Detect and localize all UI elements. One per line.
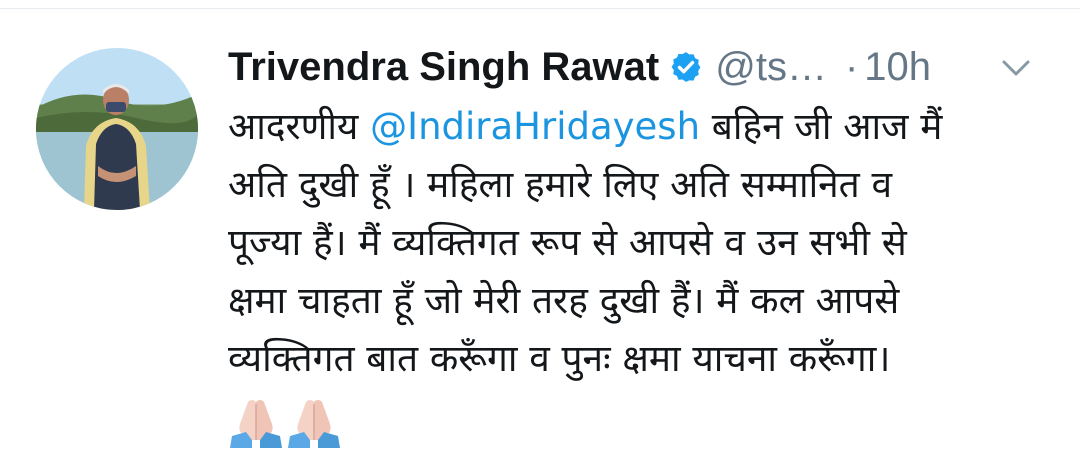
chevron-down-icon[interactable] [998,56,1034,80]
tweet-text-line: अति दुखी हूँ । महिला हमारे लिए अति सम्मा… [228,163,893,206]
emoji-row [228,396,1058,448]
verified-badge-icon [669,50,703,84]
tweet-text-line: आदरणीय @IndiraHridayesh बहिन जी आज मैं [228,98,1058,156]
text-segment: बहिन जी आज मैं [700,105,943,148]
text-segment: आदरणीय [228,105,371,148]
avatar[interactable] [36,48,198,210]
folded-hands-emoji [228,396,284,448]
tweet-text-line: क्षमा चाहता हूँ जो मेरी तरह दुखी हैं। मै… [228,279,900,322]
tweet-text: आदरणीय @IndiraHridayesh बहिन जी आज मैं अ… [228,98,1058,388]
top-divider [0,8,1080,9]
tweet-text-line: व्यक्तिगत बात करूँगा व पुनः क्षमा याचना … [228,337,891,380]
tweet-content: Trivendra Singh Rawat @ts… · 10h आदरणीय … [228,38,1058,448]
tweet-header: Trivendra Singh Rawat @ts… · 10h [228,38,1058,96]
author-name[interactable]: Trivendra Singh Rawat [228,45,659,90]
tweet-text-line: पूज्या हैं। मैं व्यक्तिगत रूप से आपसे व … [228,221,907,264]
mention-link[interactable]: @IndiraHridayesh [370,105,700,148]
folded-hands-emoji [286,396,342,448]
tweet-timestamp[interactable]: 10h [864,45,931,90]
meta-separator: · [844,44,859,89]
author-handle[interactable]: @ts… [715,45,827,90]
